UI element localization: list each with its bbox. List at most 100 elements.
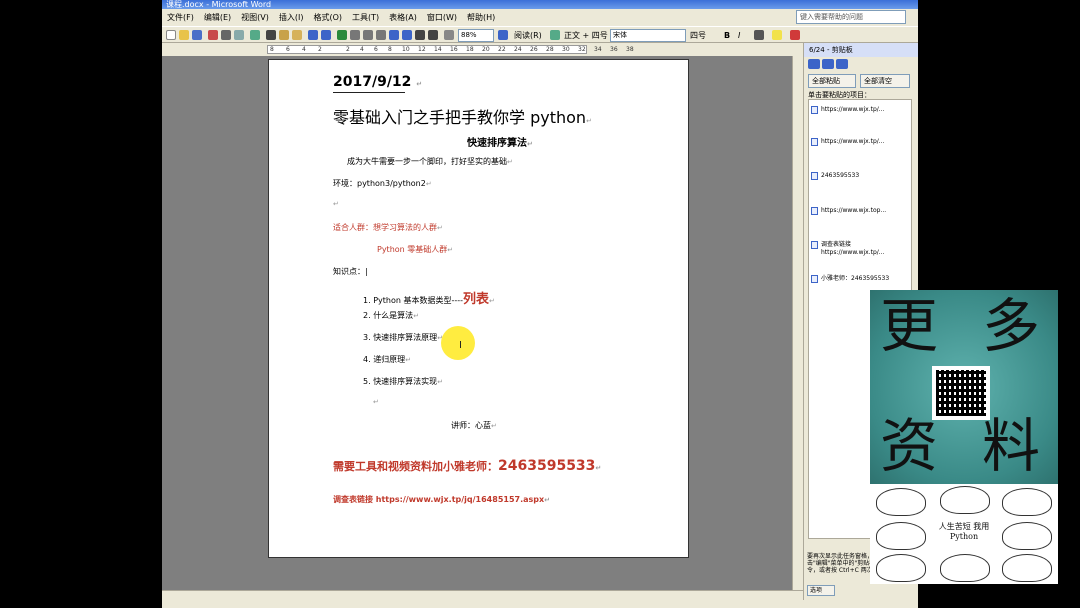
style-select[interactable]: 正文 + 四号	[564, 29, 608, 42]
title-bar: 课程.docx - Microsoft Word	[162, 0, 918, 9]
teacher-text: 讲师：心蓝	[451, 421, 491, 430]
teacher-line: 讲师：心蓝↵	[451, 420, 497, 431]
drawing-icon[interactable]	[389, 30, 399, 40]
format-painter-icon[interactable]	[292, 30, 302, 40]
size-select[interactable]: 四号	[690, 29, 706, 42]
qr-pattern	[936, 370, 986, 416]
menu-window[interactable]: 窗口(W)	[422, 12, 462, 23]
home-icon[interactable]	[836, 59, 848, 69]
back-icon[interactable]	[808, 59, 820, 69]
hyperlink-icon[interactable]	[337, 30, 347, 40]
clear-all-button[interactable]: 全部清空	[860, 74, 910, 88]
help-icon[interactable]	[498, 30, 508, 40]
promo-caption: 人生苦短 我用Python	[938, 522, 990, 541]
snake-doodle-icon	[1002, 522, 1052, 550]
ruler-mark: 10	[402, 46, 410, 53]
paragraph-mark: ↵	[544, 496, 551, 504]
horizontal-scrollbar[interactable]	[162, 590, 803, 600]
print-icon[interactable]	[221, 30, 231, 40]
environment-text: 环境：python3/python2	[333, 179, 426, 188]
text-cursor: |	[365, 267, 368, 276]
help-search-input[interactable]: 键入需要帮助的问题	[796, 10, 906, 24]
menu-format[interactable]: 格式(O)	[308, 12, 347, 23]
document-date: 2017/9/12	[333, 74, 412, 90]
ruler-mark: 6	[374, 46, 378, 53]
clipboard-item[interactable]: https://www.wjx.tp/...	[811, 138, 885, 146]
toolbar: 88% 阅读(R) 正文 + 四号 宋体 四号 B I	[162, 26, 918, 43]
ruler-mark: 8	[270, 46, 274, 53]
clipboard-item[interactable]: https://www.wjx.top...	[811, 207, 886, 215]
zoom-select[interactable]: 88%	[458, 29, 494, 42]
clipboard-item[interactable]: 小雅老师：2463595533	[811, 275, 889, 283]
clipboard-item[interactable]: https://www.wjx.tp/...	[811, 106, 885, 114]
contact-number: 2463595533	[498, 458, 596, 474]
promo-banner: 更 多 资 料	[870, 290, 1058, 484]
document-map-icon[interactable]	[402, 30, 412, 40]
ruler-mark: 18	[466, 46, 474, 53]
ruler-mark: 4	[302, 46, 306, 53]
survey-link-text[interactable]: 调查表链接 https://www.wjx.tp/jq/16485157.asp…	[333, 495, 544, 504]
forward-icon[interactable]	[822, 59, 834, 69]
date-line: 2017/9/12 ↵	[333, 74, 422, 90]
snake-doodle-icon	[876, 554, 926, 582]
redo-icon[interactable]	[321, 30, 331, 40]
cut-icon[interactable]	[266, 30, 276, 40]
paragraph-mark-icon[interactable]	[428, 30, 438, 40]
document-icon	[811, 106, 818, 114]
document-title: 零基础入门之手把手教你学 python	[333, 108, 587, 127]
ruler-mark: 34	[594, 46, 602, 53]
paste-icon[interactable]	[279, 30, 289, 40]
ruler-mark: 8	[388, 46, 392, 53]
list-number: 1.	[363, 296, 371, 305]
paragraph-mark: ↵	[507, 158, 513, 166]
align-icon[interactable]	[754, 30, 764, 40]
pane-nav	[808, 59, 856, 69]
intro-text: 成为大牛需要一步一个脚印，打好坚实的基础	[347, 157, 507, 166]
contact-line: 需要工具和视频资料加小雅老师：2463595533↵	[333, 458, 601, 474]
excel-icon[interactable]	[363, 30, 373, 40]
show-formatting-icon[interactable]	[415, 30, 425, 40]
styles-icon[interactable]	[550, 30, 560, 40]
mouse-highlight	[441, 326, 475, 360]
clipboard-item[interactable]: 调查表链接	[811, 241, 851, 249]
new-document-icon[interactable]	[166, 30, 176, 40]
table-icon[interactable]	[350, 30, 360, 40]
italic-button[interactable]: I	[738, 29, 740, 42]
document-icon	[811, 241, 818, 249]
undo-icon[interactable]	[308, 30, 318, 40]
list-item: 3. 快速排序算法原理↵	[363, 332, 443, 343]
permission-icon[interactable]	[208, 30, 218, 40]
print-preview-icon[interactable]	[234, 30, 244, 40]
spelling-icon[interactable]	[250, 30, 260, 40]
read-button[interactable]: 阅读(R)	[514, 29, 542, 42]
font-color-icon[interactable]	[790, 30, 800, 40]
qr-code	[932, 366, 990, 420]
font-select[interactable]: 宋体	[610, 29, 686, 42]
columns-icon[interactable]	[376, 30, 386, 40]
paragraph-mark: ↵	[586, 117, 592, 125]
menu-edit[interactable]: 编辑(E)	[199, 12, 236, 23]
highlight-icon[interactable]	[772, 30, 782, 40]
title-line: 零基础入门之手把手教你学 python↵	[333, 104, 592, 128]
ruler-strip[interactable]	[267, 45, 587, 54]
menu-file[interactable]: 文件(F)	[162, 12, 199, 23]
document-page[interactable]: 2017/9/12 ↵ 零基础入门之手把手教你学 python↵ 快速排序算法↵…	[268, 59, 689, 558]
menu-table[interactable]: 表格(A)	[384, 12, 422, 23]
ruler-mark: 16	[450, 46, 458, 53]
paste-all-button[interactable]: 全部粘贴	[808, 74, 856, 88]
save-icon[interactable]	[192, 30, 202, 40]
menu-insert[interactable]: 插入(I)	[274, 12, 309, 23]
document-subtitle: 快速排序算法	[467, 138, 527, 149]
menu-help[interactable]: 帮助(H)	[462, 12, 500, 23]
ruler-mark: 12	[418, 46, 426, 53]
menu-view[interactable]: 视图(V)	[236, 12, 274, 23]
vertical-scrollbar[interactable]	[792, 56, 803, 590]
menu-tools[interactable]: 工具(T)	[347, 12, 384, 23]
open-folder-icon[interactable]	[179, 30, 189, 40]
paragraph-mark: ↵	[595, 464, 602, 472]
bold-button[interactable]: B	[724, 29, 730, 42]
clipboard-item-text: 调查表链接	[821, 241, 852, 248]
options-button[interactable]: 选项	[807, 585, 835, 596]
survey-line: 调查表链接 https://www.wjx.tp/jq/16485157.asp…	[333, 494, 550, 505]
clipboard-item[interactable]: 2463595533	[811, 172, 859, 180]
